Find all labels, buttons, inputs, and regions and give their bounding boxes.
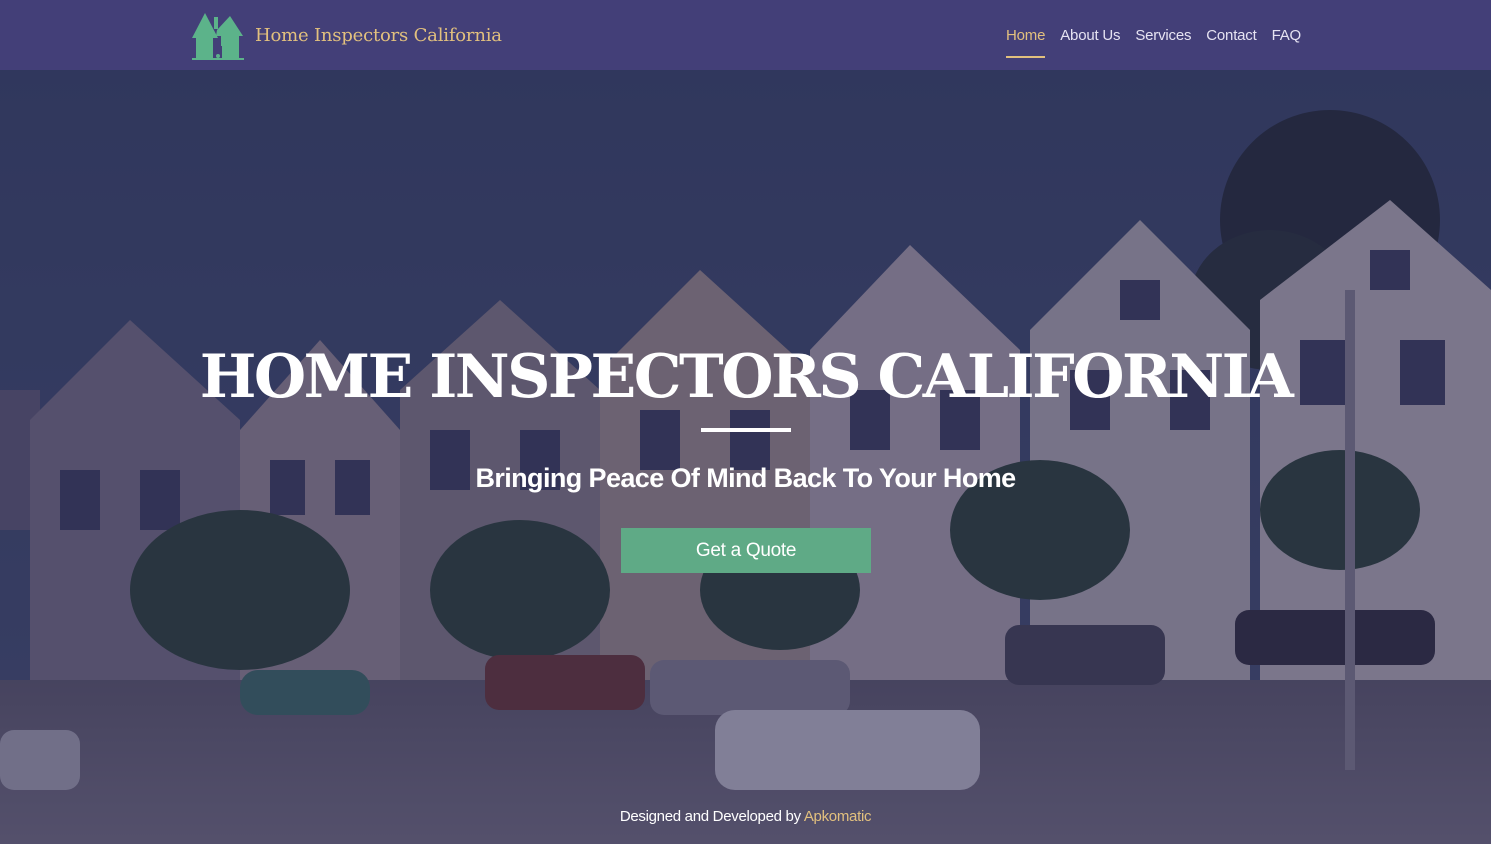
hero-title: HOME INSPECTORS CALIFORNIA [199,342,1294,412]
house-icon [192,13,244,60]
hero-section: HOME INSPECTORS CALIFORNIA Bringing Peac… [0,70,1491,844]
hero-divider [701,428,791,432]
get-a-quote-button[interactable]: Get a Quote [621,528,871,573]
main-nav: Home About Us Services Contact FAQ [991,0,1301,70]
footer-credit: Designed and Developed by Apkomatic [0,808,1491,825]
nav-item-faq[interactable]: FAQ [1272,21,1302,50]
hero-subtitle: Bringing Peace Of Mind Back To Your Home [475,463,1016,493]
nav-item-home[interactable]: Home [1006,21,1046,58]
nav-item-services[interactable]: Services [1135,21,1191,50]
nav-item-about-us[interactable]: About Us [1060,21,1120,50]
footer-credit-text: Designed and Developed by [619,808,801,825]
hero-content: HOME INSPECTORS CALIFORNIA Bringing Peac… [0,70,1491,844]
brand-name: Home Inspectors California [255,24,502,46]
nav-item-contact[interactable]: Contact [1206,21,1256,50]
brand-link[interactable]: Home Inspectors California [190,10,502,60]
apkomatic-link[interactable]: Apkomatic [804,808,872,825]
top-navbar: Home Inspectors California Home About Us… [0,0,1491,70]
